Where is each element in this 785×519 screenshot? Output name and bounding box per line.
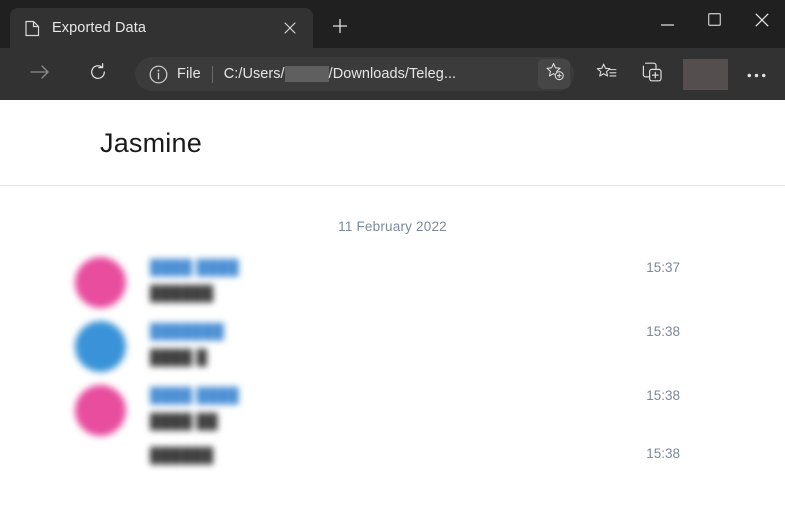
- url-prefix: C:/Users/: [223, 66, 285, 82]
- arrow-right-icon: [30, 64, 50, 85]
- message-body: ██████: [150, 445, 630, 467]
- tab-title: Exported Data: [52, 20, 146, 36]
- new-tab-button[interactable]: [323, 11, 357, 45]
- tab-exported-data[interactable]: Exported Data: [10, 8, 313, 48]
- message-list: ████ ████ ██████ 15:37 ███████ ████ █ 15…: [0, 251, 785, 483]
- message-timestamp: 15:37: [646, 260, 680, 275]
- url-scheme-label: File: [177, 66, 201, 82]
- message-body: ████ ████ ████ ██: [150, 385, 630, 433]
- message-sender: ████ ████: [150, 260, 239, 276]
- star-add-icon: [545, 62, 564, 86]
- message-sender: ████ ████: [150, 388, 239, 404]
- forward-button[interactable]: [22, 56, 58, 92]
- message-body: ███████ ████ █: [150, 321, 630, 369]
- message-row[interactable]: ██████ 15:38: [0, 443, 785, 483]
- url-divider: [211, 65, 213, 83]
- message-timestamp: 15:38: [646, 446, 680, 461]
- refresh-button[interactable]: [80, 56, 116, 92]
- browser-window: Exported Data File C:/Users/ /Downloads/…: [0, 0, 785, 519]
- page-title: Jasmine: [100, 128, 202, 158]
- add-favorite-button[interactable]: [538, 59, 570, 89]
- plus-icon: [332, 18, 348, 39]
- message-text: ████ █: [150, 350, 208, 366]
- window-controls: [644, 0, 785, 44]
- refresh-icon: [89, 62, 107, 86]
- avatar: [75, 257, 126, 308]
- avatar: [75, 385, 126, 436]
- tab-strip: Exported Data: [0, 0, 785, 48]
- message-row[interactable]: ███████ ████ █ 15:38: [0, 315, 785, 379]
- message-row[interactable]: ████ ████ ██████ 15:37: [0, 251, 785, 315]
- url-suffix: /Downloads/Teleg...: [328, 66, 457, 82]
- page-content: Jasmine 11 February 2022 ████ ████ █████…: [0, 100, 785, 519]
- message-sender: ███████: [150, 324, 225, 340]
- document-page-icon: [24, 20, 41, 37]
- favorites-star-list-icon: [596, 62, 617, 87]
- avatar: [75, 321, 126, 372]
- maximize-icon: [708, 13, 721, 31]
- message-text: ██████: [150, 286, 214, 302]
- message-text: ██████: [150, 448, 214, 464]
- message-text: ████ ██: [150, 414, 218, 430]
- window-close-button[interactable]: [738, 0, 785, 44]
- close-icon: [754, 12, 769, 32]
- message-row[interactable]: ████ ████ ████ ██ 15:38: [0, 379, 785, 443]
- collections-button[interactable]: [634, 56, 670, 92]
- date-separator: 11 February 2022: [338, 219, 447, 234]
- url-redaction-box: [284, 66, 329, 82]
- settings-and-more-button[interactable]: [739, 56, 773, 92]
- window-minimize-button[interactable]: [644, 0, 691, 44]
- message-timestamp: 15:38: [646, 324, 680, 339]
- info-circle-icon[interactable]: [147, 63, 169, 85]
- browser-toolbar: File C:/Users/ /Downloads/Teleg...: [0, 48, 785, 100]
- page-header: Jasmine: [0, 100, 785, 185]
- tab-close-icon[interactable]: [277, 15, 303, 41]
- profile-button-redaction[interactable]: [683, 58, 728, 90]
- collections-add-icon: [642, 62, 663, 87]
- ellipsis-horizontal-icon: [747, 65, 766, 83]
- minimize-icon: [661, 13, 674, 31]
- address-bar[interactable]: File C:/Users/ /Downloads/Teleg...: [135, 57, 574, 91]
- favorites-button[interactable]: [588, 56, 624, 92]
- message-body: ████ ████ ██████: [150, 257, 630, 305]
- window-maximize-button[interactable]: [691, 0, 738, 44]
- url-text: C:/Users/ /Downloads/Teleg...: [224, 66, 456, 82]
- message-timestamp: 15:38: [646, 388, 680, 403]
